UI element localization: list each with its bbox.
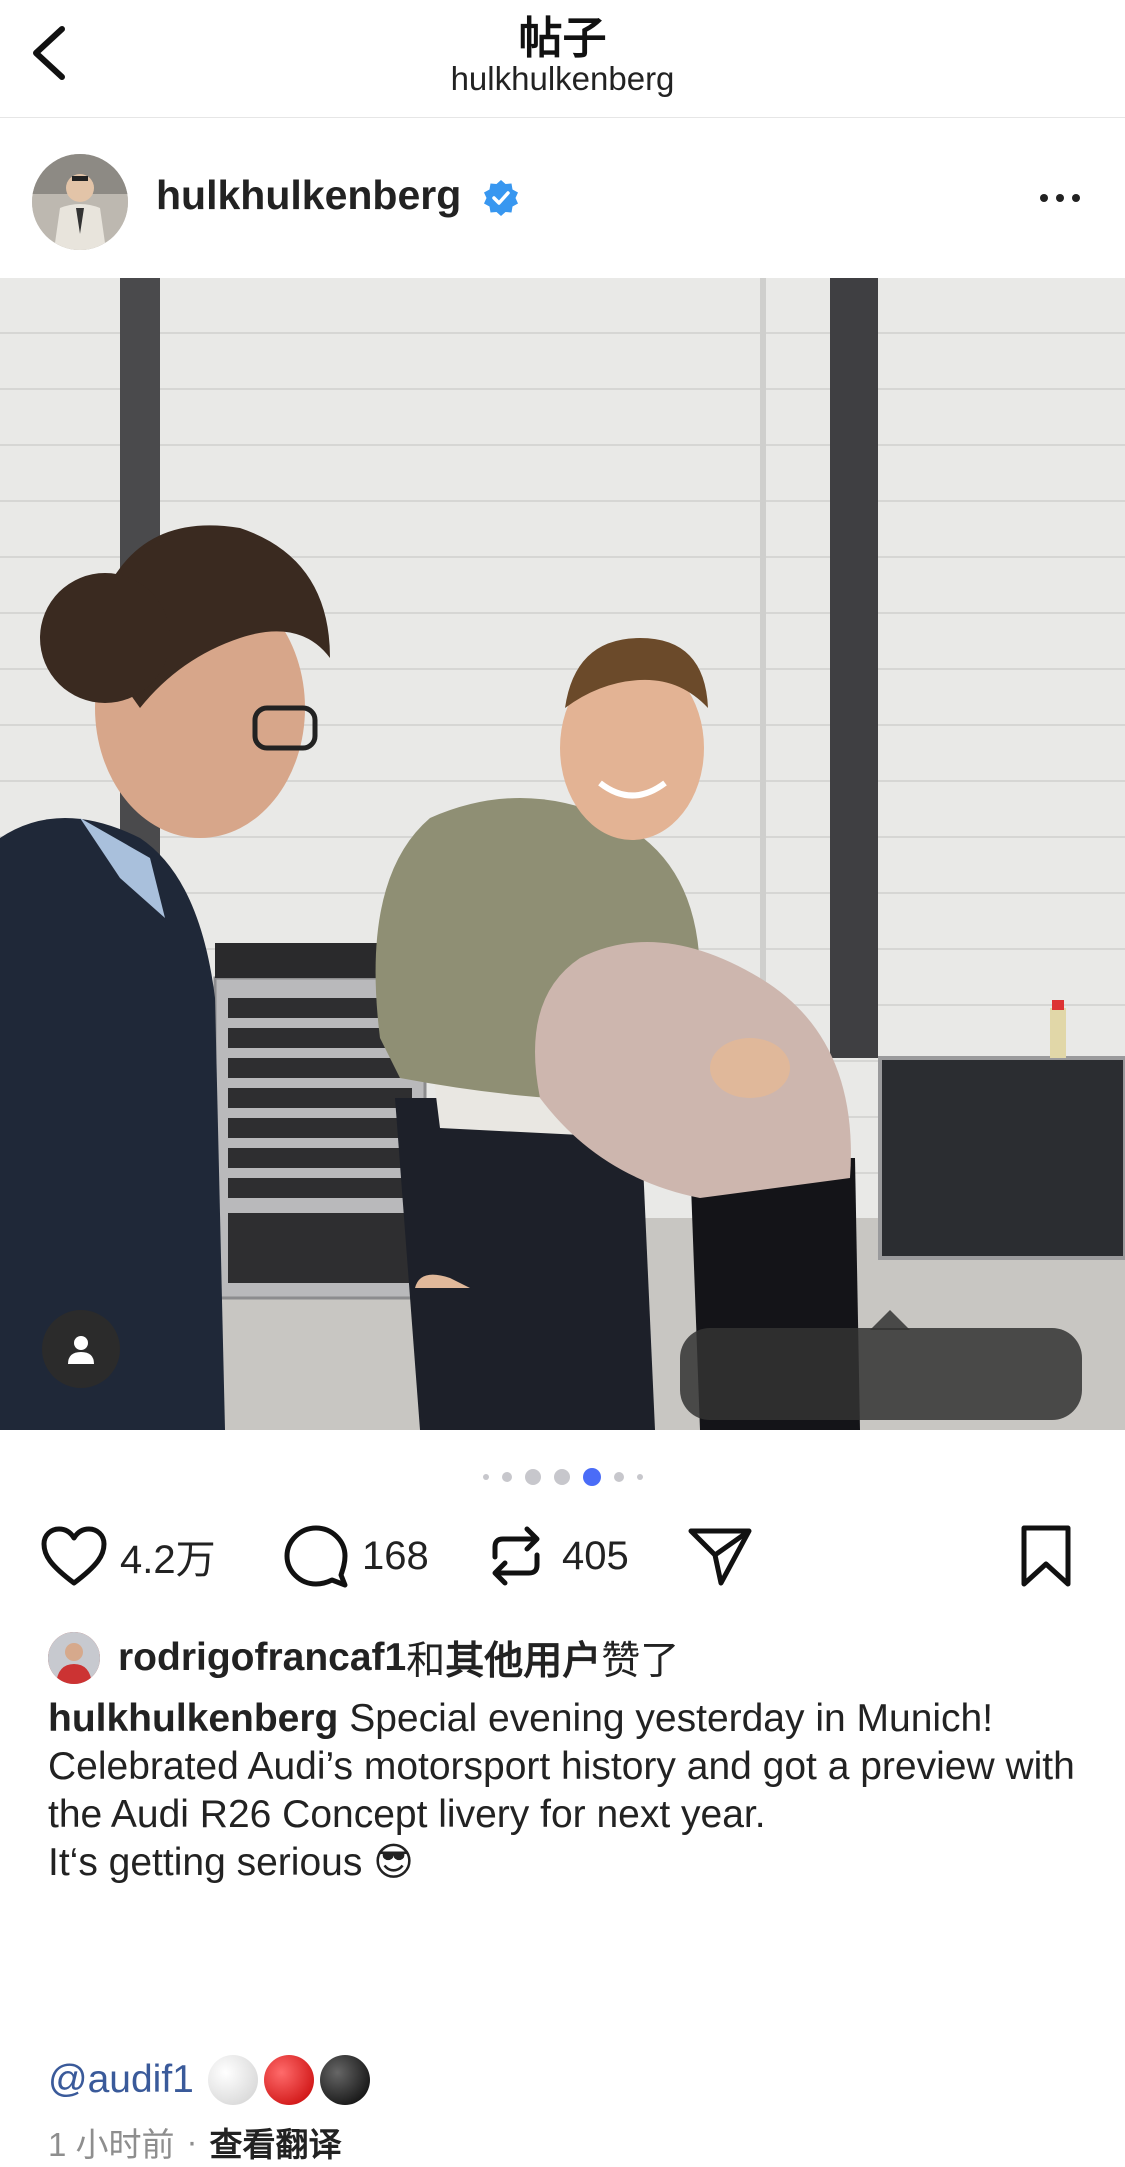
post-caption: hulkhulkenberg Special evening yesterday…	[48, 1695, 1088, 1887]
more-options-button[interactable]	[1030, 178, 1090, 218]
tagged-people-button[interactable]	[42, 1310, 120, 1388]
action-bar: 4.2万 168 405	[0, 1520, 1125, 1592]
bookmark-icon[interactable]	[1012, 1522, 1080, 1590]
red-circle-icon	[263, 2055, 314, 2105]
meta-separator: ·	[186, 2123, 198, 2160]
white-circle-icon	[207, 2055, 258, 2105]
black-circle-icon	[319, 2055, 370, 2105]
liked-by-connector: 和	[406, 1640, 446, 1683]
mention-link[interactable]: @audif1	[48, 2058, 194, 2102]
post-username[interactable]: hulkhulkenberg	[156, 172, 461, 219]
heart-icon[interactable]	[40, 1522, 108, 1590]
save-action[interactable]	[1012, 1520, 1080, 1592]
comment-icon[interactable]	[282, 1522, 350, 1590]
verified-badge-icon	[484, 180, 518, 216]
more-horizontal-icon	[1040, 194, 1048, 202]
carousel-indicator	[0, 1467, 1125, 1487]
comment-count: 168	[362, 1533, 429, 1578]
comment-action[interactable]: 168	[282, 1520, 429, 1592]
post-photo[interactable]	[0, 278, 1125, 1430]
photo-illustration	[0, 278, 1125, 1430]
mention-line: @audif1	[48, 2052, 376, 2108]
carousel-dot	[613, 1472, 624, 1482]
avatar-image	[32, 154, 128, 250]
liked-by-line[interactable]: rodrigofrancaf1 和 其他用户 赞了	[48, 1630, 679, 1686]
liker-username[interactable]: rodrigofrancaf1	[118, 1636, 406, 1680]
caption-line-1: Special evening yesterday in Munich!	[349, 1697, 994, 1740]
carousel-dot-active	[582, 1468, 601, 1486]
post-timestamp: 1 小时前	[48, 2126, 175, 2163]
page-subtitle: hulkhulkenberg	[450, 60, 675, 97]
top-nav-bar: 帖子 hulkhulkenberg	[0, 0, 1125, 118]
carousel-dot	[482, 1474, 489, 1480]
repost-count: 405	[562, 1533, 629, 1578]
carousel-dot	[636, 1474, 643, 1480]
liker-avatar[interactable]	[48, 1632, 100, 1684]
caption-line-3: It‘s getting serious 😎	[48, 1841, 414, 1884]
post-header: hulkhulkenberg	[0, 118, 1125, 278]
more-dot	[1056, 194, 1064, 202]
post-meta: 1 小时前 · 查看翻译	[48, 2120, 342, 2164]
caption-username[interactable]: hulkhulkenberg	[48, 1697, 338, 1740]
avatar[interactable]	[32, 154, 128, 250]
like-action[interactable]: 4.2万	[40, 1520, 216, 1592]
liked-by-others[interactable]: 其他用户	[445, 1630, 601, 1686]
carousel-dot	[553, 1469, 570, 1485]
carousel-dot	[524, 1469, 541, 1485]
person-icon	[68, 1336, 94, 1364]
share-action[interactable]	[686, 1520, 754, 1592]
caption-line-2: Celebrated Audi’s motorsport history and…	[48, 1745, 1075, 1836]
like-count: 4.2万	[120, 1538, 216, 1582]
carousel-dot	[501, 1472, 512, 1482]
see-translation-link[interactable]: 查看翻译	[210, 2118, 342, 2166]
repost-action[interactable]: 405	[482, 1520, 629, 1592]
repost-icon[interactable]	[482, 1522, 550, 1590]
liked-by-suffix: 赞了	[601, 1640, 680, 1683]
page-title: 帖子	[518, 13, 607, 64]
tag-overlay-pill[interactable]	[680, 1310, 1082, 1420]
send-icon[interactable]	[686, 1522, 754, 1590]
more-dot	[1072, 194, 1080, 202]
